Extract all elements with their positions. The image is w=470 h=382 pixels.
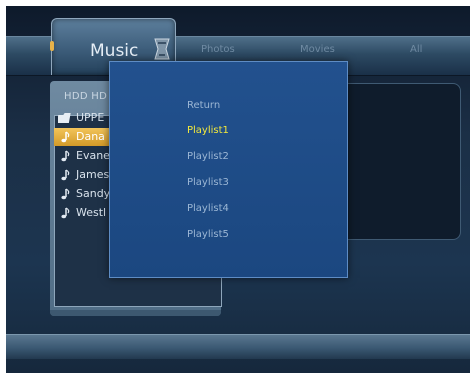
breadcrumb: HDD HD	[64, 91, 108, 102]
media-player-screen: Music Photos Movies All HDD HD UPPE Dana	[6, 6, 470, 373]
list-item-label: Evane	[76, 149, 110, 162]
list-item-label: UPPE	[76, 111, 105, 124]
menu-item-playlist2[interactable]: Playlist2	[187, 151, 229, 162]
music-note-icon	[61, 131, 70, 143]
tab-indicator	[50, 41, 54, 51]
list-item-label: James	[76, 168, 110, 181]
list-item-label: Sandy	[76, 187, 111, 200]
menu-item-playlist3[interactable]: Playlist3	[187, 177, 229, 188]
folder-icon	[58, 113, 71, 123]
menu-item-return[interactable]: Return	[187, 100, 220, 111]
tab-photos[interactable]: Photos	[201, 44, 235, 55]
music-note-icon	[61, 169, 70, 181]
menu-item-playlist5[interactable]: Playlist5	[187, 229, 229, 240]
tab-music-label: Music	[90, 41, 139, 61]
tab-all[interactable]: All	[410, 44, 422, 55]
music-note-icon	[61, 188, 70, 200]
bottom-bar	[6, 334, 470, 359]
music-category-icon	[154, 38, 170, 60]
tab-movies[interactable]: Movies	[300, 44, 335, 55]
list-item-label: Westl	[76, 206, 107, 219]
menu-item-playlist4[interactable]: Playlist4	[187, 203, 229, 214]
playlist-popup-menu: Return Playlist1 Playlist2 Playlist3 Pla…	[109, 61, 348, 278]
menu-item-playlist1[interactable]: Playlist1	[187, 125, 229, 136]
music-note-icon	[61, 150, 70, 162]
music-note-icon	[61, 207, 70, 219]
panel-footer	[50, 310, 221, 316]
list-item-label: Dana	[76, 130, 105, 143]
